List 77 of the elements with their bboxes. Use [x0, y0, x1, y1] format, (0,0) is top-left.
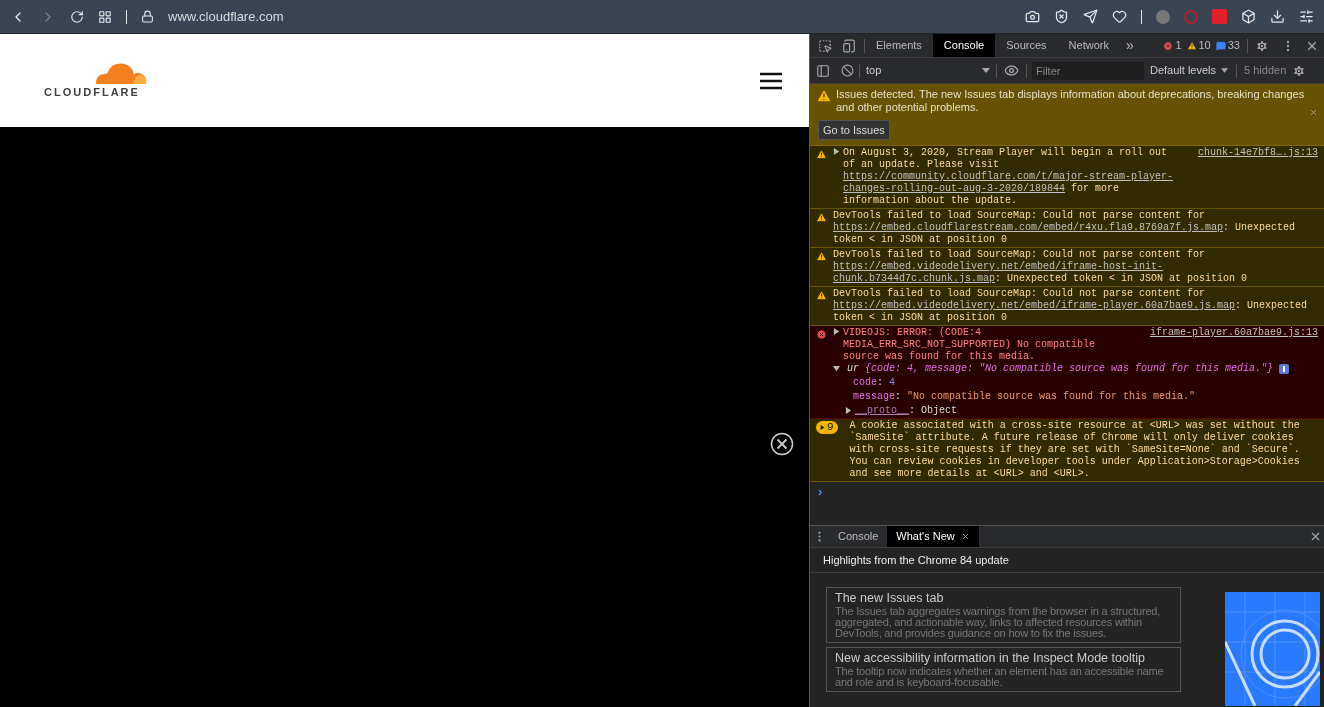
count-badge[interactable]: 33 — [1215, 37, 1240, 54]
message-text: DevTools failed to load SourceMap: Could not parse content for https://embed.cloudflarestream.com/embed/r4xu.fla9.8769a7f.js.map: Unexpected token < in JSON at position 0 — [833, 210, 1296, 245]
close-icon[interactable] — [1309, 530, 1322, 543]
menu-icon[interactable] — [760, 71, 782, 90]
devtools-tab[interactable]: Sources — [995, 34, 1058, 57]
message-icon — [1215, 40, 1226, 51]
card-description: The Issues tab aggregates warnings from the browser in a structured, aggregated, and actionable way, links to affected resources within DevTools, and provides guidance on how to fix the issues. — [835, 606, 1162, 639]
object-property: __proto__: Object — [855, 405, 958, 417]
go-to-issues-button[interactable]: Go to Issues — [818, 120, 890, 140]
card-title: The new Issues tab — [835, 591, 945, 606]
grid-icon[interactable] — [98, 9, 112, 24]
devtools-tab[interactable]: Console — [932, 34, 996, 57]
inspect-icon[interactable] — [818, 38, 832, 53]
source-link[interactable]: iframe-player.60a7bae9.js:13 — [1149, 327, 1318, 339]
eye-icon[interactable] — [1004, 63, 1019, 78]
feature-card[interactable]: New accessibility information in the Inspect Mode tooltip The tooltip now indicates whether an element has an accessible name and role and is keyboard-focusable. — [826, 647, 1181, 692]
drawer-heading: Highlights from the Chrome 84 update — [810, 548, 1324, 573]
close-icon[interactable] — [960, 532, 970, 541]
lock-icon — [141, 10, 154, 23]
message-text: On August 3, 2020, Stream Player will begin a roll out of an update. Please visit https://community.cloudflare.com/t/major-stream-player-changes-rolling-out-aug-3-2020/189844 for more information about the update. — [843, 147, 1174, 206]
context-dropdown[interactable]: top — [866, 62, 990, 79]
expand-triangle-icon[interactable] — [833, 364, 840, 372]
message-text: DevTools failed to load SourceMap: Could not parse content for https://embed.videodelivery.net/embed/iframe-player.60a7bae9.js.map: Unexpected token < in JSON at position 0 — [833, 288, 1308, 323]
camera-icon[interactable] — [1025, 9, 1040, 24]
object-preview: ur {code: 4, message: "No compatible source was found for this media."} — [847, 363, 1274, 375]
heart-icon[interactable] — [1112, 9, 1127, 24]
drawer-tab[interactable]: What's New — [887, 526, 979, 547]
card-description: The tooltip now indicates whether an element has an accessible name and role and is keyboard-focusable. — [835, 666, 1165, 688]
message-text: DevTools failed to load SourceMap: Could not parse content for https://embed.videodelivery.net/embed/iframe-host-init-chunk.b7344d7c.chunk.js.map: Unexpected token < in JSON at position 0 — [833, 249, 1248, 284]
console-prompt[interactable]: › — [810, 482, 1324, 502]
drawer-tab[interactable]: Console — [829, 526, 888, 547]
banner-text: Issues detected. The new Issues tab displays information about deprecations, breaking changes and other potential problems. — [836, 88, 1305, 114]
levels-dropdown[interactable]: Default levels — [1150, 62, 1229, 79]
error-icon — [816, 329, 827, 340]
warning-icon — [816, 251, 827, 262]
clear-icon[interactable] — [841, 64, 854, 77]
warning-icon — [816, 149, 827, 160]
settings-icon[interactable] — [1299, 9, 1314, 24]
reload-icon[interactable] — [70, 9, 84, 24]
shield-icon[interactable] — [1054, 9, 1069, 24]
warning-icon — [816, 212, 827, 223]
close-icon[interactable] — [770, 432, 794, 456]
caret-icon — [1221, 68, 1229, 73]
devtools-tab[interactable]: Elements — [865, 34, 933, 57]
info-icon — [1279, 364, 1290, 374]
message-text: VIDEOJS: ERROR: (CODE:4 MEDIA_ERR_SRC_NOT_SUPPORTED) No compatible source was found for this media. — [843, 327, 1096, 362]
caret-icon — [982, 68, 990, 73]
expand-triangle-icon[interactable] — [820, 425, 825, 430]
repeat-count-badge[interactable]: 9 — [816, 421, 838, 434]
object-property: code: 4 — [853, 377, 897, 389]
error-icon — [1163, 40, 1174, 51]
address-field[interactable]: www.cloudflare.com — [168, 6, 1011, 27]
count-badge[interactable]: 10 — [1186, 37, 1211, 54]
warning-icon — [1186, 40, 1197, 51]
device-icon[interactable] — [842, 38, 856, 53]
logo[interactable]: CLOUDFLARE — [36, 60, 148, 101]
more-tabs-button[interactable]: » — [1119, 35, 1140, 56]
message-text: A cookie associated with a cross-site resource at <URL> was set without the `SameSite` attribute. A future release of Chrome will only deliver cookies with cross-site requests if they are set with `SameSite=None` and `Secure`. You can review cookies in developer tools under Application>Storage>Cookies and see more details at <URL> and <URL>. — [849, 420, 1300, 479]
settings-icon[interactable] — [1292, 63, 1307, 78]
send-icon[interactable] — [1083, 9, 1098, 24]
settings-icon[interactable] — [1255, 38, 1269, 53]
download-icon[interactable] — [1270, 9, 1285, 24]
cube-icon[interactable] — [1241, 9, 1256, 24]
devtools-tab[interactable]: Network — [1057, 34, 1120, 57]
expand-triangle-icon[interactable] — [845, 406, 852, 414]
filter-field[interactable]: Filter — [1032, 61, 1144, 80]
source-link[interactable]: chunk-14e7bf8….js:13 — [1197, 147, 1318, 159]
warning-icon — [816, 88, 832, 104]
card-title: New accessibility information in the Inspect Mode tooltip — [835, 651, 1146, 666]
count-badge[interactable]: 1 — [1163, 37, 1182, 54]
object-property: message: "No compatible source was found for this media." — [853, 391, 1197, 403]
expand-triangle-icon[interactable] — [833, 327, 840, 335]
sidebar-icon[interactable] — [816, 63, 830, 78]
warning-icon — [816, 290, 827, 301]
expand-triangle-icon[interactable] — [833, 147, 840, 155]
hidden-count: 5 hidden — [1244, 63, 1287, 79]
feature-card[interactable] — [826, 587, 1181, 643]
